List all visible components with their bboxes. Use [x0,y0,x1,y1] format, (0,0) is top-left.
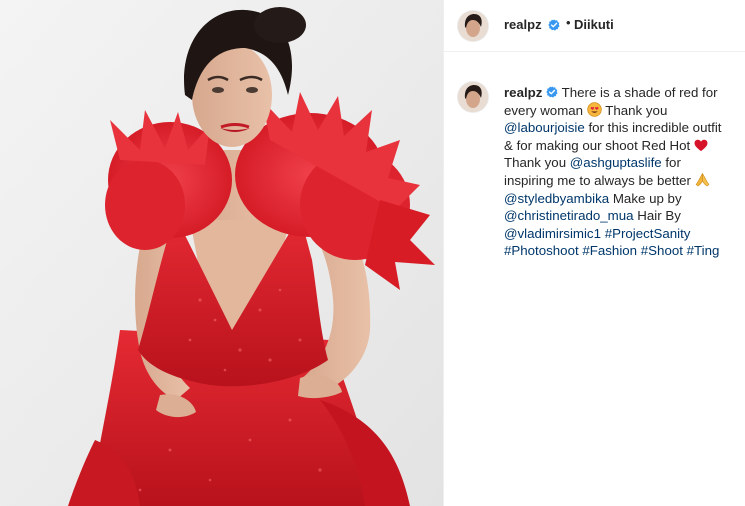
woman-in-red-gown-photo [0,0,443,506]
verified-badge-icon [546,86,558,98]
smiling-heart-eyes-emoji-icon [587,101,602,117]
header-separator: • [566,15,571,30]
following-button[interactable]: Diikuti [574,17,614,32]
post-photo[interactable] [0,0,443,506]
header-username[interactable]: realpz [504,17,542,32]
avatar[interactable] [458,11,488,41]
caption-avatar[interactable] [458,82,488,112]
profile-photo-icon [458,11,488,41]
caption-segment: Hair By [637,208,681,224]
post-header: realpz • Diikuti [444,0,745,52]
mention-link[interactable]: @styledbyambika [504,191,609,206]
hashtag-link[interactable]: #Fashion [582,243,637,258]
hashtag-link[interactable]: #ProjectSanity [605,226,691,241]
mention-link[interactable]: @ashguptaslife [570,155,662,170]
caption-segment: for [665,155,681,171]
red-heart-emoji-icon [694,139,708,151]
caption-segment: inspiring me to always be better [504,172,691,188]
caption-segment: Thank you [605,102,668,118]
verified-badge-icon [548,17,560,35]
hashtag-link[interactable]: #Shoot [641,243,683,258]
mention-link[interactable]: @christinetirado_mua [504,208,634,223]
mention-link[interactable]: @vladimirsimic1 [504,226,601,241]
hashtag-link[interactable]: #Photoshoot [504,243,579,258]
profile-photo-icon [458,82,488,112]
caption-text: realpz There is a shade of red for every… [504,84,736,260]
post-sidebar: realpz • Diikuti realpz There is a shade… [443,0,745,506]
caption-segment: for this incredible outfit [588,120,722,136]
caption-segment: & for making our shoot Red Hot [504,137,691,153]
caption-segment: There is a shade of red for [561,85,718,100]
folded-hands-emoji-icon [695,173,709,187]
caption-segment: Make up by [612,190,682,206]
caption-segment: every woman [504,102,584,118]
caption-username[interactable]: realpz [504,85,542,100]
mention-link[interactable]: @labourjoisie [504,120,585,135]
hashtag-link[interactable]: #Ting [687,243,720,258]
caption-segment: Thank you [504,155,567,171]
instagram-post: realpz • Diikuti realpz There is a shade… [0,0,745,506]
